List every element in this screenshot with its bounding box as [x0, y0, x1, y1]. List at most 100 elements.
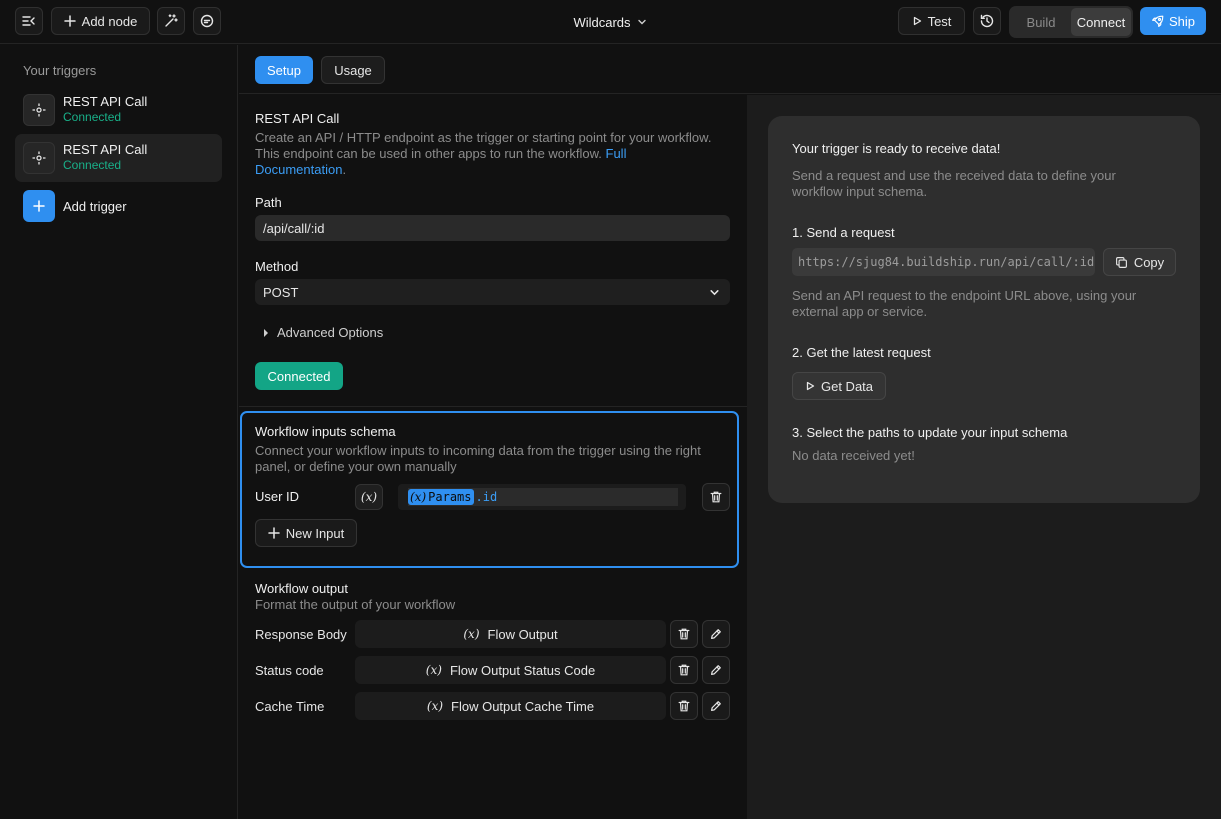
sidebar-trigger-item[interactable]: REST API Call Connected: [15, 86, 222, 134]
comments-button[interactable]: [193, 7, 221, 35]
plus-icon: [267, 527, 280, 539]
response-body-field[interactable]: (x) Flow Output: [355, 620, 666, 648]
expression-inner: (x) Params .id: [408, 488, 678, 506]
trigger-name: REST API Call: [63, 142, 148, 157]
connected-button[interactable]: Connected: [255, 362, 343, 390]
sidebar-toggle-icon: [22, 16, 35, 26]
cache-time-field[interactable]: (x) Flow Output Cache Time: [355, 692, 666, 720]
user-id-expression-input[interactable]: (x) Params .id: [398, 484, 686, 510]
method-select[interactable]: POST: [255, 279, 730, 305]
plus-icon: [63, 15, 76, 27]
trigger-status: Connected: [63, 110, 122, 124]
trigger-status: Connected: [63, 158, 122, 172]
toggle-sidebar-button[interactable]: [15, 7, 43, 35]
endpoint-url-field[interactable]: https://sjug84.buildship.run/api/call/:i…: [792, 248, 1095, 276]
variable-icon: (x): [425, 663, 442, 677]
test-label: Test: [927, 13, 952, 29]
sidebar-trigger-item-selected[interactable]: REST API Call Connected: [15, 134, 222, 182]
sidebar: Your triggers REST API Call Connected RE…: [0, 45, 238, 819]
rocket-icon: [1152, 15, 1164, 27]
schema-description: Connect your workflow inputs to incoming…: [255, 443, 701, 475]
doc-tail: .: [342, 162, 347, 177]
step1-title: 1. Send a request: [792, 225, 895, 240]
setup-pane: REST API Call Create an API / HTTP endpo…: [239, 95, 747, 819]
comment-icon: [200, 14, 214, 28]
edit-response-body-button[interactable]: [702, 620, 730, 648]
history-button[interactable]: [973, 7, 1001, 35]
add-trigger-label: Add trigger: [63, 198, 127, 214]
ready-description-line-1: Send a request and use the received data…: [792, 168, 1116, 183]
add-node-label: Add node: [81, 13, 138, 29]
full-documentation-link[interactable]: Full: [606, 146, 627, 161]
schema-description-line-1: Connect your workflow inputs to incoming…: [255, 443, 701, 458]
add-node-button[interactable]: Add node: [51, 7, 150, 35]
ship-label: Ship: [1168, 13, 1196, 29]
path-input[interactable]: /api/call/:id: [255, 215, 730, 241]
api-trigger-icon: [32, 103, 46, 117]
schema-title: Workflow inputs schema: [255, 424, 396, 439]
new-input-label: New Input: [285, 525, 345, 541]
caret-right-icon: [264, 328, 268, 337]
documentation-link[interactable]: Documentation: [255, 162, 342, 177]
step3-title: 3. Select the paths to update your input…: [792, 425, 1068, 440]
get-data-button[interactable]: Get Data: [792, 372, 886, 400]
delete-status-code-button[interactable]: [670, 656, 698, 684]
ready-title: Your trigger is ready to receive data!: [792, 141, 1001, 156]
pencil-icon: [711, 629, 721, 639]
trigger-title: REST API Call: [255, 111, 340, 126]
connect-mode-tab[interactable]: Connect: [1071, 8, 1131, 36]
status-code-field[interactable]: (x) Flow Output Status Code: [355, 656, 666, 684]
params-chip[interactable]: (x) Params: [408, 489, 474, 505]
output-title: Workflow output: [255, 581, 348, 596]
edit-cache-time-button[interactable]: [702, 692, 730, 720]
method-label: Method: [255, 259, 299, 274]
output-description: Format the output of your workflow: [255, 597, 456, 612]
schema-description-line-2: panel, or define your own manually: [255, 459, 457, 474]
mode-switch: Build Connect: [1009, 6, 1133, 38]
trigger-icon-wrap: [23, 142, 55, 174]
tab-usage[interactable]: Usage: [321, 56, 385, 84]
path-value: /api/call/:id: [263, 220, 325, 236]
sidebar-heading: Your triggers: [23, 63, 97, 78]
section-divider: [239, 406, 747, 407]
edit-status-code-button[interactable]: [702, 656, 730, 684]
variable-icon: (x): [463, 627, 480, 641]
trigger-name: REST API Call: [63, 94, 148, 109]
step1-description-line-2: external app or service.: [792, 304, 928, 319]
add-trigger-button[interactable]: Add trigger: [23, 190, 127, 222]
plus-icon-wrap: [23, 190, 55, 222]
advanced-options-label: Advanced Options: [277, 325, 384, 340]
test-button[interactable]: Test: [898, 7, 965, 35]
delete-cache-time-button[interactable]: [670, 692, 698, 720]
delete-response-body-button[interactable]: [670, 620, 698, 648]
copy-label: Copy: [1133, 254, 1165, 270]
workflow-title: Wildcards: [573, 14, 631, 30]
tab-setup[interactable]: Setup: [255, 56, 313, 84]
path-label: Path: [255, 195, 282, 210]
delete-input-button[interactable]: [702, 483, 730, 511]
no-data-message: No data received yet!: [792, 448, 915, 463]
top-bar: Add node Wildcards Test Build Connect Sh…: [0, 0, 1221, 44]
build-mode-tab[interactable]: Build: [1011, 8, 1071, 36]
advanced-options-toggle[interactable]: Advanced Options: [263, 325, 383, 340]
copy-url-button[interactable]: Copy: [1103, 248, 1176, 276]
play-icon: [913, 16, 921, 26]
new-input-button[interactable]: New Input: [255, 519, 357, 547]
params-chip-label: Params: [428, 490, 472, 504]
step1-description-line-1: Send an API request to the endpoint URL …: [792, 288, 1137, 303]
workflow-title-dropdown[interactable]: Wildcards: [540, 0, 680, 44]
variable-toggle-button[interactable]: (x): [355, 484, 383, 510]
panel-tabs: Setup Usage: [239, 45, 1221, 94]
variable-icon: (x): [410, 490, 427, 504]
ship-button[interactable]: Ship: [1140, 7, 1206, 35]
chevron-down-icon: [710, 289, 719, 295]
chevron-down-icon: [637, 19, 646, 25]
response-body-value: Flow Output: [487, 626, 558, 642]
cache-time-label: Cache Time: [255, 699, 325, 714]
api-trigger-icon: [32, 151, 46, 165]
magic-wand-button[interactable]: [157, 7, 185, 35]
trash-icon: [710, 491, 722, 503]
get-data-label: Get Data: [820, 378, 874, 394]
endpoint-url: https://sjug84.buildship.run/api/call/:i…: [798, 255, 1095, 269]
status-code-label: Status code: [255, 663, 324, 678]
